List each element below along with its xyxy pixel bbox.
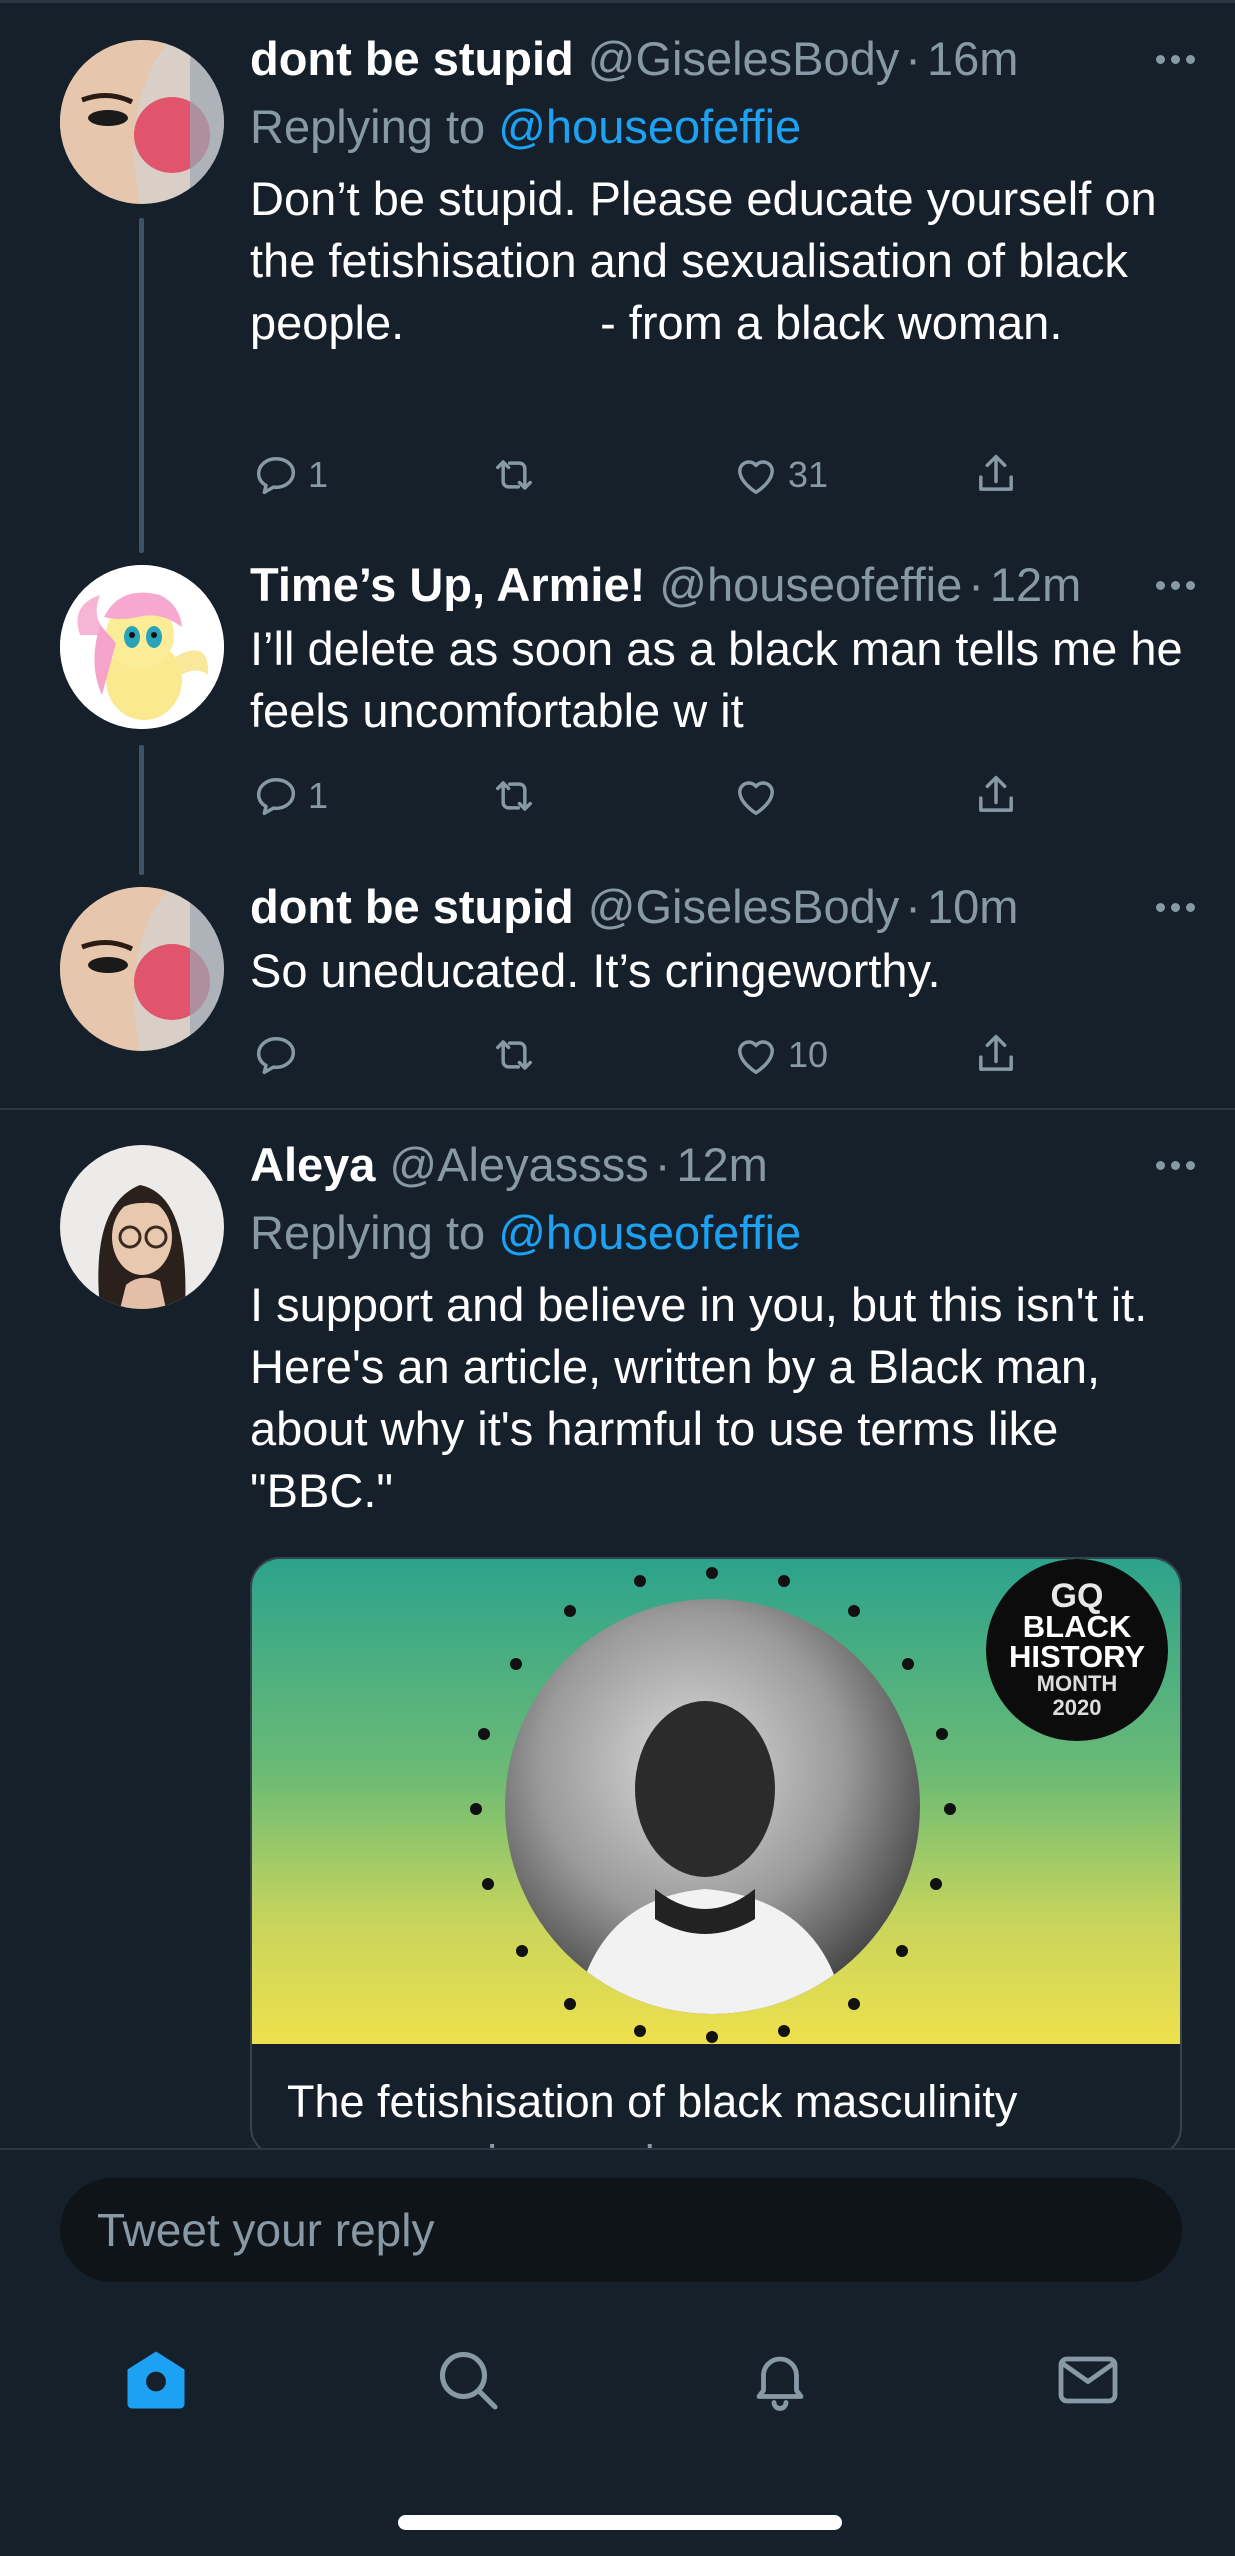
- replying-to: Replying to @houseofeffie: [250, 1204, 1185, 1262]
- separator: ·: [968, 558, 984, 611]
- link-card-title: The fetishisation of black masculinity: [287, 2076, 1018, 2127]
- author-name[interactable]: dont be stupid: [250, 30, 574, 88]
- link-card[interactable]: GQ BLACK HISTORY MONTH 2020 The fetishis…: [250, 1557, 1182, 2157]
- replying-prefix: Replying to: [250, 100, 486, 153]
- timestamp[interactable]: 16m: [927, 30, 1018, 88]
- like-count: 31: [788, 454, 829, 495]
- badge-line1: BLACK: [1022, 1609, 1132, 1644]
- replying-prefix: Replying to: [250, 1206, 486, 1259]
- tab-home[interactable]: [96, 2320, 216, 2440]
- reply-button[interactable]: 1: [250, 445, 328, 505]
- tab-search[interactable]: [408, 2320, 528, 2440]
- replying-to-mention[interactable]: @houseofeffie: [498, 1206, 801, 1259]
- retweet-icon: [496, 781, 532, 811]
- thread-line: [139, 218, 144, 553]
- retweet-button[interactable]: [488, 766, 546, 826]
- badge-gq: GQ: [1050, 1577, 1104, 1615]
- tab-messages[interactable]: [1028, 2320, 1148, 2440]
- thread-line: [139, 745, 144, 875]
- heart-icon: [738, 781, 774, 816]
- heart-icon: [738, 460, 774, 495]
- share-button[interactable]: [970, 1025, 1022, 1085]
- reply-icon: [256, 778, 296, 816]
- badge-line3: MONTH: [1036, 1671, 1118, 1696]
- share-button[interactable]: [970, 766, 1022, 826]
- like-count: 10: [788, 1034, 829, 1075]
- tweet-text: Don’t be stupid. Please educate yourself…: [250, 172, 1170, 349]
- author-handle[interactable]: @GiselesBody: [588, 30, 900, 88]
- retweet-button[interactable]: [488, 1025, 546, 1085]
- share-icon: [979, 775, 1013, 812]
- replying-to: Replying to @houseofeffie: [250, 98, 1185, 156]
- like-button[interactable]: 31: [730, 445, 828, 505]
- avatar-giselesbody[interactable]: [60, 887, 224, 1051]
- separator: ·: [905, 32, 921, 85]
- tweet-thread-screen: dont be stupid @GiselesBody · 16m Replyi…: [0, 0, 1235, 2556]
- reply-button[interactable]: [250, 1025, 308, 1085]
- thread-divider: [0, 1108, 1235, 1110]
- author-name[interactable]: dont be stupid: [250, 878, 574, 936]
- author-handle[interactable]: @houseofeffie: [659, 556, 962, 614]
- separator: ·: [654, 1138, 671, 1191]
- author-name[interactable]: Aleya: [250, 1136, 375, 1194]
- reply-button[interactable]: 1: [250, 766, 328, 826]
- search-icon: [439, 2351, 498, 2410]
- more-options-icon[interactable]: [1145, 30, 1205, 88]
- reply-count: 1: [308, 454, 329, 495]
- share-icon: [979, 454, 1013, 491]
- gq-black-history-badge: GQ BLACK HISTORY MONTH 2020: [986, 1559, 1168, 1741]
- author-handle[interactable]: @Aleyassss: [389, 1136, 648, 1194]
- more-options-icon[interactable]: [1145, 1136, 1205, 1194]
- avatar-houseofeffie[interactable]: [60, 565, 224, 729]
- timestamp[interactable]: 12m: [676, 1136, 767, 1194]
- more-options-icon[interactable]: [1145, 556, 1205, 614]
- more-options-icon[interactable]: [1145, 878, 1205, 936]
- home-icon: [127, 2351, 185, 2409]
- timestamp[interactable]: 12m: [990, 556, 1081, 614]
- home-indicator[interactable]: [398, 2515, 842, 2530]
- link-card-portrait: [505, 1599, 920, 2014]
- share-icon: [979, 1034, 1013, 1071]
- author-handle[interactable]: @GiselesBody: [588, 878, 900, 936]
- share-button[interactable]: [970, 445, 1022, 505]
- separator: ·: [905, 880, 921, 933]
- tweet-text: I support and believe in you, but this i…: [250, 1278, 1161, 1517]
- badge-line2: HISTORY: [1008, 1639, 1146, 1674]
- bell-icon: [756, 2356, 804, 2411]
- bottom-tab-bar: [0, 2320, 1235, 2440]
- like-button[interactable]: [730, 766, 788, 826]
- replying-to-mention[interactable]: @houseofeffie: [498, 100, 801, 153]
- reply-count: 1: [308, 775, 329, 816]
- author-name[interactable]: Time’s Up, Armie!: [250, 556, 645, 614]
- reply-icon: [256, 1037, 296, 1075]
- tab-notifications[interactable]: [720, 2320, 840, 2440]
- tweet-1[interactable]: dont be stupid @GiselesBody · 16m Replyi…: [0, 0, 1235, 553]
- mail-icon: [1058, 2356, 1118, 2404]
- avatar-aleyassss[interactable]: [60, 1145, 224, 1309]
- timestamp[interactable]: 10m: [927, 878, 1018, 936]
- tweet-text: I’ll delete as soon as a black man tells…: [250, 622, 1196, 737]
- badge-line4: 2020: [1052, 1695, 1102, 1720]
- tweet-reply-input[interactable]: [60, 2178, 1182, 2282]
- reply-icon: [256, 457, 296, 495]
- tweet-text: So uneducated. It’s cringeworthy.: [250, 944, 941, 997]
- retweet-icon: [496, 1040, 532, 1070]
- avatar-giselesbody[interactable]: [60, 40, 224, 204]
- retweet-icon: [496, 460, 532, 490]
- retweet-button[interactable]: [488, 445, 546, 505]
- like-button[interactable]: 10: [730, 1025, 828, 1085]
- heart-icon: [738, 1040, 774, 1075]
